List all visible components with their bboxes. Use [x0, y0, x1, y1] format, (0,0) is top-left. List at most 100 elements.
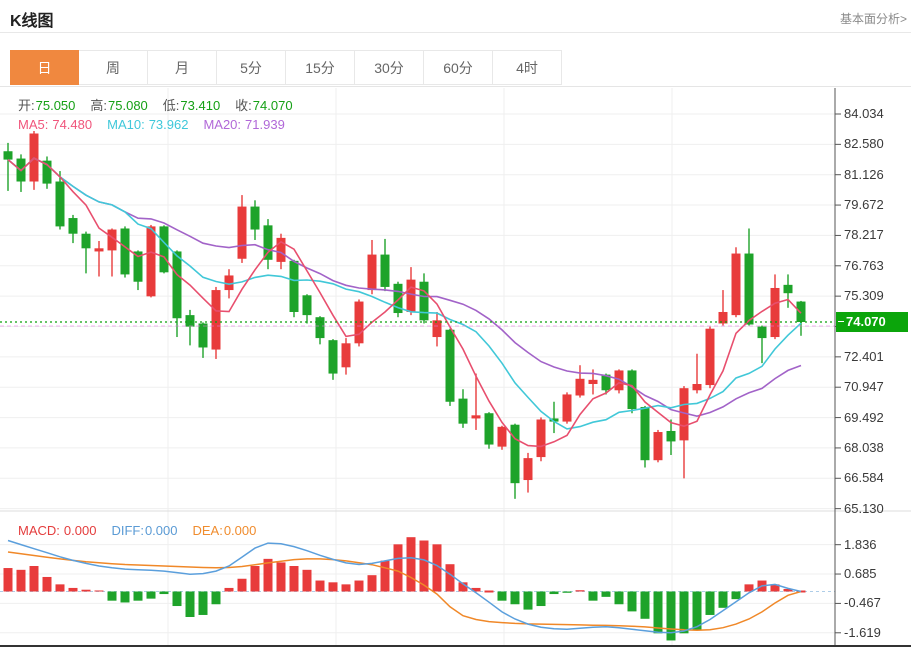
macd-bar [537, 592, 546, 607]
candle [576, 379, 585, 396]
ma20-line [8, 158, 801, 416]
macd-bar [160, 592, 169, 595]
macd-bar [563, 592, 572, 593]
period-tabbar: 日周月5分15分30分60分4时 [0, 50, 911, 87]
candle [524, 458, 533, 480]
macd-bar [628, 592, 637, 612]
candle [264, 225, 273, 259]
macd-bar [732, 592, 741, 600]
macd-bar [56, 584, 65, 591]
candle [342, 343, 351, 367]
y-axis-tick-label: 79.672 [844, 197, 884, 213]
candle [589, 380, 598, 384]
macd-bar [82, 590, 91, 592]
macd-bar [498, 592, 507, 601]
tab-day[interactable]: 日 [10, 50, 79, 85]
candle [667, 431, 676, 441]
y-axis-tick-label: -1.619 [844, 625, 881, 641]
tab-15min[interactable]: 15分 [286, 50, 355, 85]
candle [251, 207, 260, 230]
y-axis-tick-label: 68.038 [844, 440, 884, 456]
candle [797, 302, 806, 322]
y-axis-tick-label: 69.492 [844, 410, 884, 426]
macd-bar [329, 582, 338, 591]
ohlc-legend: 开:75.050高:75.080低:73.410收:74.070 [18, 95, 308, 114]
candle [238, 207, 247, 259]
macd-bar [589, 592, 598, 601]
legend-item: MACD:0.000 [18, 523, 96, 538]
macd-bar [225, 588, 234, 592]
y-axis-tick-label: 76.763 [844, 258, 884, 274]
macd-bar [550, 592, 559, 595]
macd-bar [719, 592, 728, 608]
tab-month[interactable]: 月 [148, 50, 217, 85]
legend-item: 高:75.080 [90, 98, 147, 113]
macd-bar [680, 592, 689, 634]
candle [563, 394, 572, 421]
macd-bar [303, 570, 312, 592]
candle [56, 182, 65, 227]
macd-bar [394, 544, 403, 591]
candle [407, 280, 416, 312]
macd-bar [706, 592, 715, 615]
macd-bar [43, 577, 52, 592]
macd-bar [4, 568, 13, 591]
macd-bar [134, 592, 143, 601]
tab-week[interactable]: 周 [79, 50, 148, 85]
candlestick-chart[interactable] [0, 88, 911, 648]
candle [771, 288, 780, 337]
macd-legend: MACD:0.000 DIFF:0.000 DEA:0.000 [18, 523, 271, 538]
y-axis-tick-label: 65.130 [844, 501, 884, 517]
fundamental-analysis-link[interactable]: 基本面分析> [840, 10, 907, 27]
macd-bar [407, 537, 416, 591]
legend-item: 收:74.070 [235, 98, 292, 113]
macd-bar [17, 570, 26, 592]
macd-bar [602, 592, 611, 597]
candle [433, 320, 442, 337]
tab-30min[interactable]: 30分 [355, 50, 424, 85]
candle [732, 254, 741, 316]
macd-bar [173, 592, 182, 607]
macd-bar [212, 592, 221, 605]
macd-bar [485, 591, 494, 593]
candle [82, 234, 91, 249]
tab-4hour[interactable]: 4时 [493, 50, 562, 85]
macd-bar [186, 592, 195, 618]
candle [641, 407, 650, 460]
ma-legend: MA5:74.480 MA10:73.962 MA20:71.939 [18, 117, 300, 132]
legend-item: MA5:74.480 [18, 117, 92, 132]
kline-widget: { "header": {"title": "K线图", "link": "基本… [0, 0, 911, 648]
candle [368, 255, 377, 290]
candle [485, 413, 494, 444]
candle [186, 315, 195, 326]
macd-bar [277, 562, 286, 591]
legend-item: DIFF:0.000 [111, 523, 177, 538]
y-axis-tick-label: -0.467 [844, 595, 881, 611]
candle [147, 226, 156, 296]
candle [472, 415, 481, 418]
macd-bar [108, 592, 117, 601]
macd-bar [251, 566, 260, 592]
y-axis-tick-label: 72.401 [844, 349, 884, 365]
legend-item: MA20:71.939 [203, 117, 284, 132]
candle [316, 317, 325, 338]
legend-item: 开:75.050 [18, 98, 75, 113]
candle [329, 340, 338, 373]
candle [303, 295, 312, 315]
candle [459, 399, 468, 424]
candle [160, 226, 169, 272]
candle [69, 218, 78, 234]
tab-60min[interactable]: 60分 [424, 50, 493, 85]
candle [173, 251, 182, 318]
macd-bar [368, 575, 377, 591]
macd-bar [381, 561, 390, 592]
legend-item: DEA:0.000 [192, 523, 256, 538]
macd-bar [641, 592, 650, 619]
macd-bar [290, 566, 299, 592]
candle [693, 384, 702, 390]
legend-item: MA10:73.962 [107, 117, 188, 132]
tab-5min[interactable]: 5分 [217, 50, 286, 85]
candle [381, 255, 390, 287]
macd-bar [95, 590, 104, 591]
macd-bar [238, 579, 247, 592]
